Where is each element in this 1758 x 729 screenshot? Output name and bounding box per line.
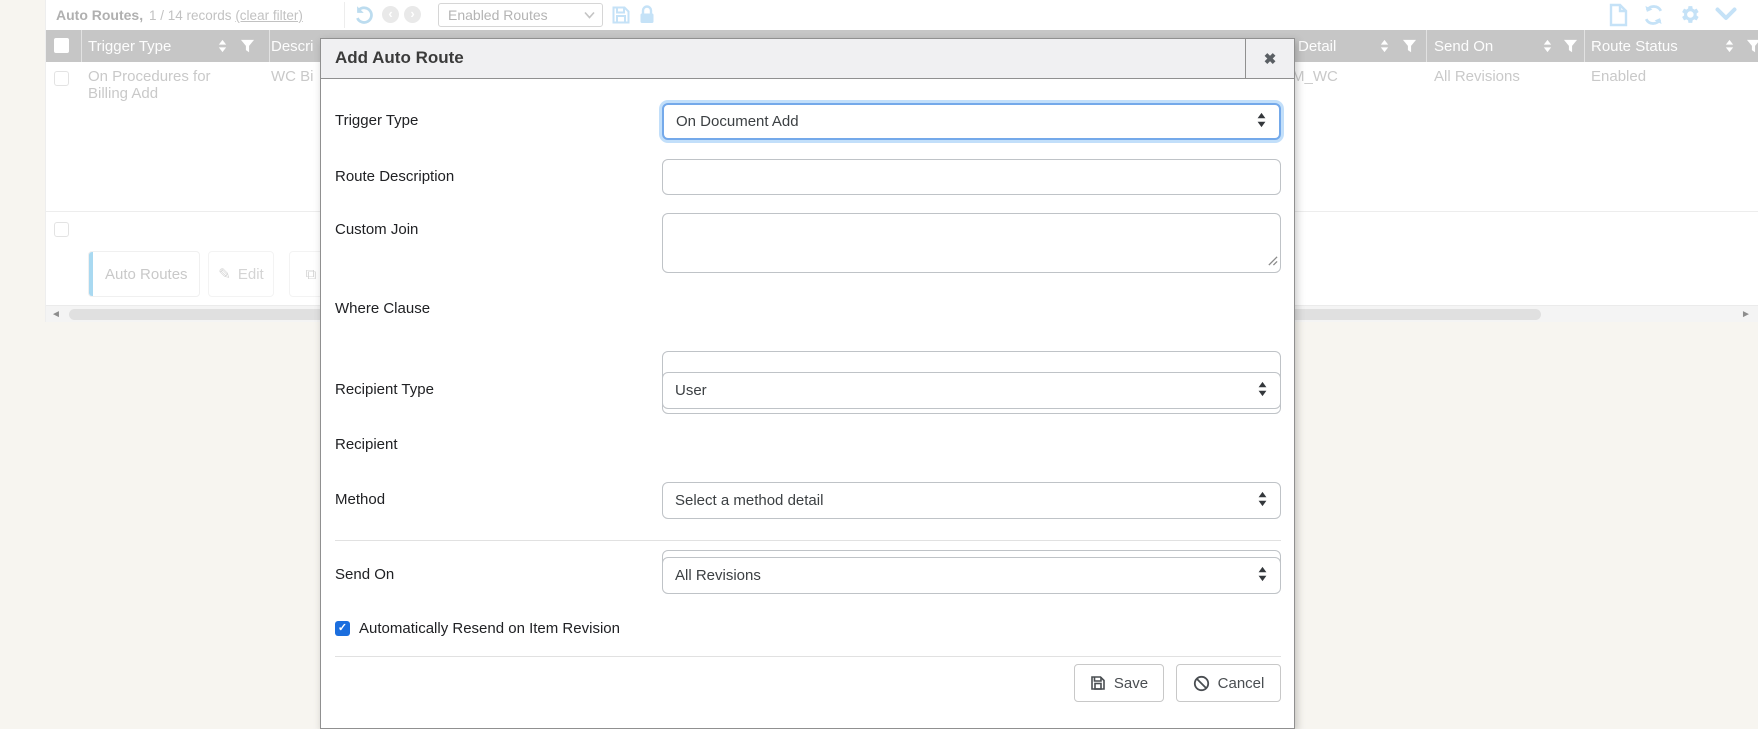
sort-icon[interactable] xyxy=(1541,39,1554,58)
edit-button-label: Edit xyxy=(238,266,264,283)
send-on-select-value: All Revisions xyxy=(675,567,761,584)
cancel-button-label: Cancel xyxy=(1218,675,1265,692)
dialog-header[interactable]: Add Auto Route ✖ xyxy=(321,39,1294,79)
scroll-left-icon[interactable]: ◄ xyxy=(51,309,61,320)
cell-send-on: All Revisions xyxy=(1434,68,1520,85)
recipient-type-select-value: User xyxy=(675,382,707,399)
column-header-route-status[interactable]: Route Status xyxy=(1591,38,1678,55)
pencil-icon: ✎ xyxy=(218,265,231,283)
close-button[interactable]: ✖ xyxy=(1245,39,1294,78)
send-on-select[interactable]: All Revisions xyxy=(662,557,1281,594)
select-stepper-icon xyxy=(1256,381,1269,401)
row-checkbox[interactable] xyxy=(54,71,69,86)
grid-title: Auto Routes, xyxy=(56,7,143,23)
resize-grip-icon[interactable] xyxy=(1267,253,1278,270)
check-icon: ✓ xyxy=(338,622,347,634)
filter-icon[interactable] xyxy=(1746,39,1758,58)
save-view-icon[interactable] xyxy=(611,5,631,30)
collapse-chevron-icon[interactable] xyxy=(1715,7,1737,26)
chip-accent-bar xyxy=(89,252,93,296)
grid-toolbar: Auto Routes, 1 / 14 records (clear filte… xyxy=(46,0,1758,30)
select-all-checkbox[interactable] xyxy=(54,38,69,53)
scroll-right-icon[interactable]: ► xyxy=(1741,309,1751,320)
cancel-button[interactable]: Cancel xyxy=(1176,664,1281,702)
chevron-down-icon xyxy=(584,11,595,19)
trigger-type-select-value: On Document Add xyxy=(676,113,799,130)
save-button[interactable]: Save xyxy=(1074,664,1164,702)
cell-trigger-type: On Procedures for Billing Add xyxy=(88,68,248,102)
new-document-icon[interactable] xyxy=(1607,3,1629,32)
column-header-description[interactable]: Descri xyxy=(271,38,314,55)
save-button-label: Save xyxy=(1114,675,1148,692)
cell-route-status: Enabled xyxy=(1591,68,1646,85)
field-label-where-clause: Where Clause xyxy=(335,300,430,318)
cell-description: WC Bi xyxy=(271,68,314,85)
chip-label: Auto Routes xyxy=(105,266,188,283)
select-stepper-icon xyxy=(1256,566,1269,586)
route-description-input[interactable] xyxy=(662,159,1281,195)
lock-icon[interactable] xyxy=(637,4,657,30)
field-label-method: Method xyxy=(335,491,385,509)
clear-filter-link[interactable]: (clear filter) xyxy=(235,8,303,23)
trigger-type-select[interactable]: On Document Add xyxy=(662,103,1281,140)
form-divider xyxy=(335,656,1281,657)
dialog-title: Add Auto Route xyxy=(335,48,464,68)
copy-icon: ⧉ xyxy=(306,266,317,283)
field-label-custom-join: Custom Join xyxy=(335,221,418,239)
row-checkbox[interactable] xyxy=(54,222,69,237)
field-label-trigger-type: Trigger Type xyxy=(335,112,418,130)
gear-icon[interactable] xyxy=(1678,3,1701,31)
toolbar-separator xyxy=(344,2,345,28)
select-stepper-icon xyxy=(1256,491,1269,511)
refresh-icon[interactable] xyxy=(1642,4,1665,31)
route-view-select[interactable]: Enabled Routes xyxy=(438,3,603,27)
select-stepper-icon xyxy=(1255,112,1268,132)
next-page-icon[interactable]: › xyxy=(404,6,421,23)
column-header-send-on[interactable]: Send On xyxy=(1434,38,1493,55)
record-count: 1 / 14 records (clear filter) xyxy=(149,8,303,23)
resend-checkbox[interactable]: ✓ xyxy=(335,621,350,636)
undo-icon[interactable] xyxy=(353,4,375,26)
auto-routes-chip[interactable]: Auto Routes xyxy=(88,251,200,297)
edit-button[interactable]: ✎ Edit xyxy=(208,251,274,297)
record-count-text: 1 / 14 records xyxy=(149,8,232,23)
sort-icon[interactable] xyxy=(1723,39,1736,58)
column-header-trigger-type[interactable]: Trigger Type xyxy=(88,38,171,55)
recipient-type-select[interactable]: User xyxy=(662,372,1281,409)
form-divider xyxy=(335,540,1281,541)
field-label-recipient-type: Recipient Type xyxy=(335,381,434,399)
filter-icon[interactable] xyxy=(1402,39,1417,58)
column-header-detail[interactable]: Detail xyxy=(1298,38,1336,55)
custom-join-textarea[interactable] xyxy=(662,213,1281,273)
field-label-send-on: Send On xyxy=(335,566,394,584)
field-label-route-description: Route Description xyxy=(335,168,454,186)
save-icon xyxy=(1090,675,1106,691)
method-select[interactable]: Select a method detail xyxy=(662,482,1281,519)
sort-icon[interactable] xyxy=(1378,39,1391,58)
sort-icon[interactable] xyxy=(216,39,229,58)
field-label-recipient: Recipient xyxy=(335,436,398,454)
cancel-icon xyxy=(1193,675,1210,692)
filter-icon[interactable] xyxy=(240,39,255,58)
prev-page-icon[interactable]: ‹ xyxy=(382,6,399,23)
add-auto-route-dialog: Add Auto Route ✖ Trigger Type On Documen… xyxy=(320,38,1295,729)
route-view-select-value: Enabled Routes xyxy=(448,7,548,23)
filter-icon[interactable] xyxy=(1563,39,1578,58)
resend-checkbox-label: Automatically Resend on Item Revision xyxy=(359,620,620,637)
close-icon: ✖ xyxy=(1264,50,1277,68)
method-select-value: Select a method detail xyxy=(675,492,823,509)
